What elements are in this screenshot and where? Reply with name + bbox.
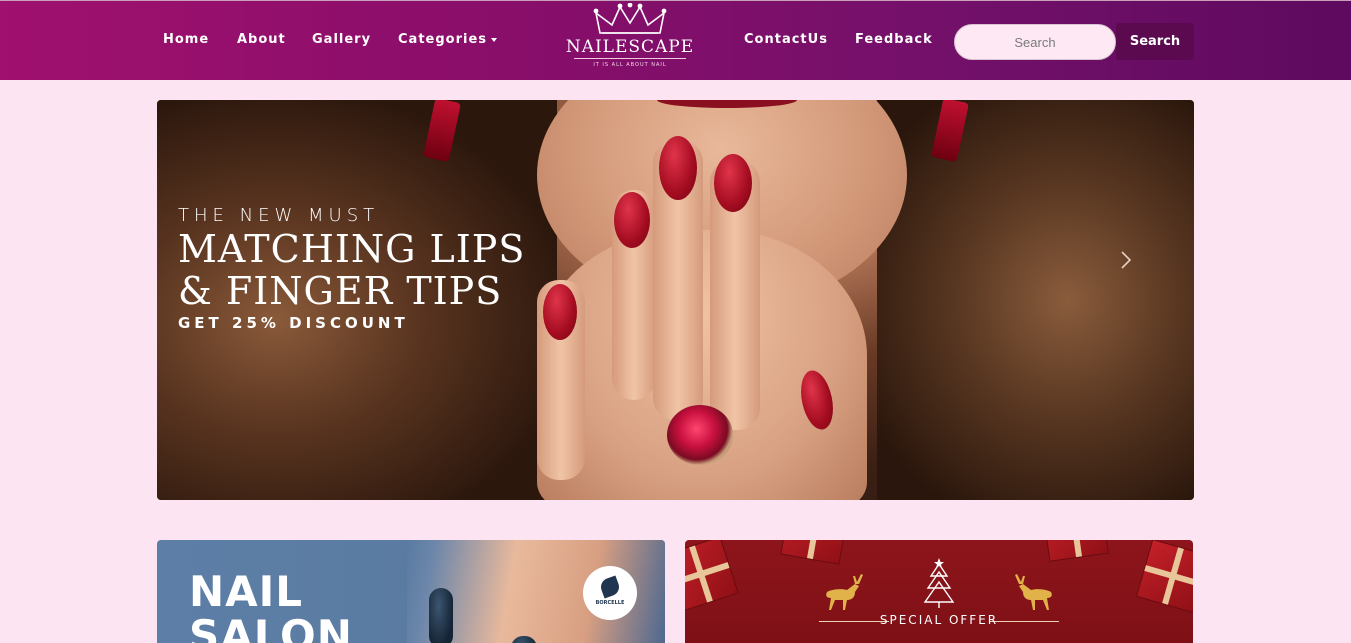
reindeer-icon bbox=[1015, 574, 1052, 610]
hero-discount: GET 25% DISCOUNT bbox=[178, 314, 409, 332]
reindeer-icon bbox=[826, 574, 863, 610]
christmas-tree-icon bbox=[923, 558, 955, 608]
nav-about-link[interactable]: About bbox=[237, 32, 286, 47]
offer-label: SPECIAL OFFER bbox=[879, 613, 999, 627]
leaf-icon bbox=[598, 575, 622, 599]
top-navbar: Home About Gallery Categories NAILESCAPE… bbox=[0, 0, 1351, 80]
nav-categories-dropdown[interactable]: Categories bbox=[398, 32, 498, 47]
gift-box-image bbox=[1041, 540, 1109, 562]
logo-tagline: IT IS ALL ABOUT NAIL bbox=[593, 62, 667, 68]
promo-card-nail-salon[interactable]: NAIL SALON BORCELLE bbox=[157, 540, 665, 643]
gift-box-image bbox=[1135, 540, 1193, 614]
logo-divider bbox=[574, 58, 686, 59]
logo-wordmark: NAILESCAPE bbox=[565, 37, 695, 57]
salon-image-nail bbox=[429, 588, 453, 643]
search-button[interactable]: Search bbox=[1116, 23, 1194, 60]
salon-heading-line2: SALON bbox=[189, 611, 353, 643]
hero-image-nail bbox=[614, 192, 650, 248]
salon-heading: NAIL SALON bbox=[189, 570, 353, 643]
hero-image-nail bbox=[659, 136, 697, 200]
categories-label: Categories bbox=[398, 32, 488, 47]
salon-heading-line1: NAIL bbox=[189, 567, 304, 616]
hero-title-line1: MATCHING LIPS bbox=[178, 227, 526, 271]
gift-ribbon bbox=[685, 562, 730, 586]
hero-image-nail bbox=[543, 284, 577, 340]
nav-home-link[interactable]: Home bbox=[163, 32, 209, 47]
gift-box-image bbox=[780, 540, 850, 565]
gift-ribbon bbox=[1067, 540, 1083, 558]
brand-name: BORCELLE bbox=[595, 600, 625, 606]
hero-image-ring bbox=[667, 405, 733, 465]
hero-image-hair-right bbox=[877, 100, 1194, 500]
hero-image-nail bbox=[714, 154, 752, 212]
promo-card-special-offer[interactable]: SPECIAL OFFER bbox=[685, 540, 1193, 643]
hero-kicker: THE NEW MUST bbox=[178, 205, 380, 226]
gift-ribbon bbox=[807, 540, 823, 560]
carousel-next-icon[interactable] bbox=[1116, 250, 1136, 270]
nav-contactus-link[interactable]: ContactUs bbox=[744, 32, 828, 47]
search-input[interactable] bbox=[954, 24, 1116, 60]
crown-icon bbox=[593, 3, 667, 34]
caret-down-icon bbox=[491, 37, 498, 42]
gift-box-image bbox=[685, 540, 739, 612]
hero-title-line2: & FINGER TIPS bbox=[178, 269, 503, 313]
site-logo[interactable]: NAILESCAPE IT IS ALL ABOUT NAIL bbox=[560, 1, 700, 75]
nav-gallery-link[interactable]: Gallery bbox=[312, 32, 371, 47]
brand-badge: BORCELLE bbox=[583, 566, 637, 620]
nav-feedback-link[interactable]: Feedback bbox=[855, 32, 933, 47]
